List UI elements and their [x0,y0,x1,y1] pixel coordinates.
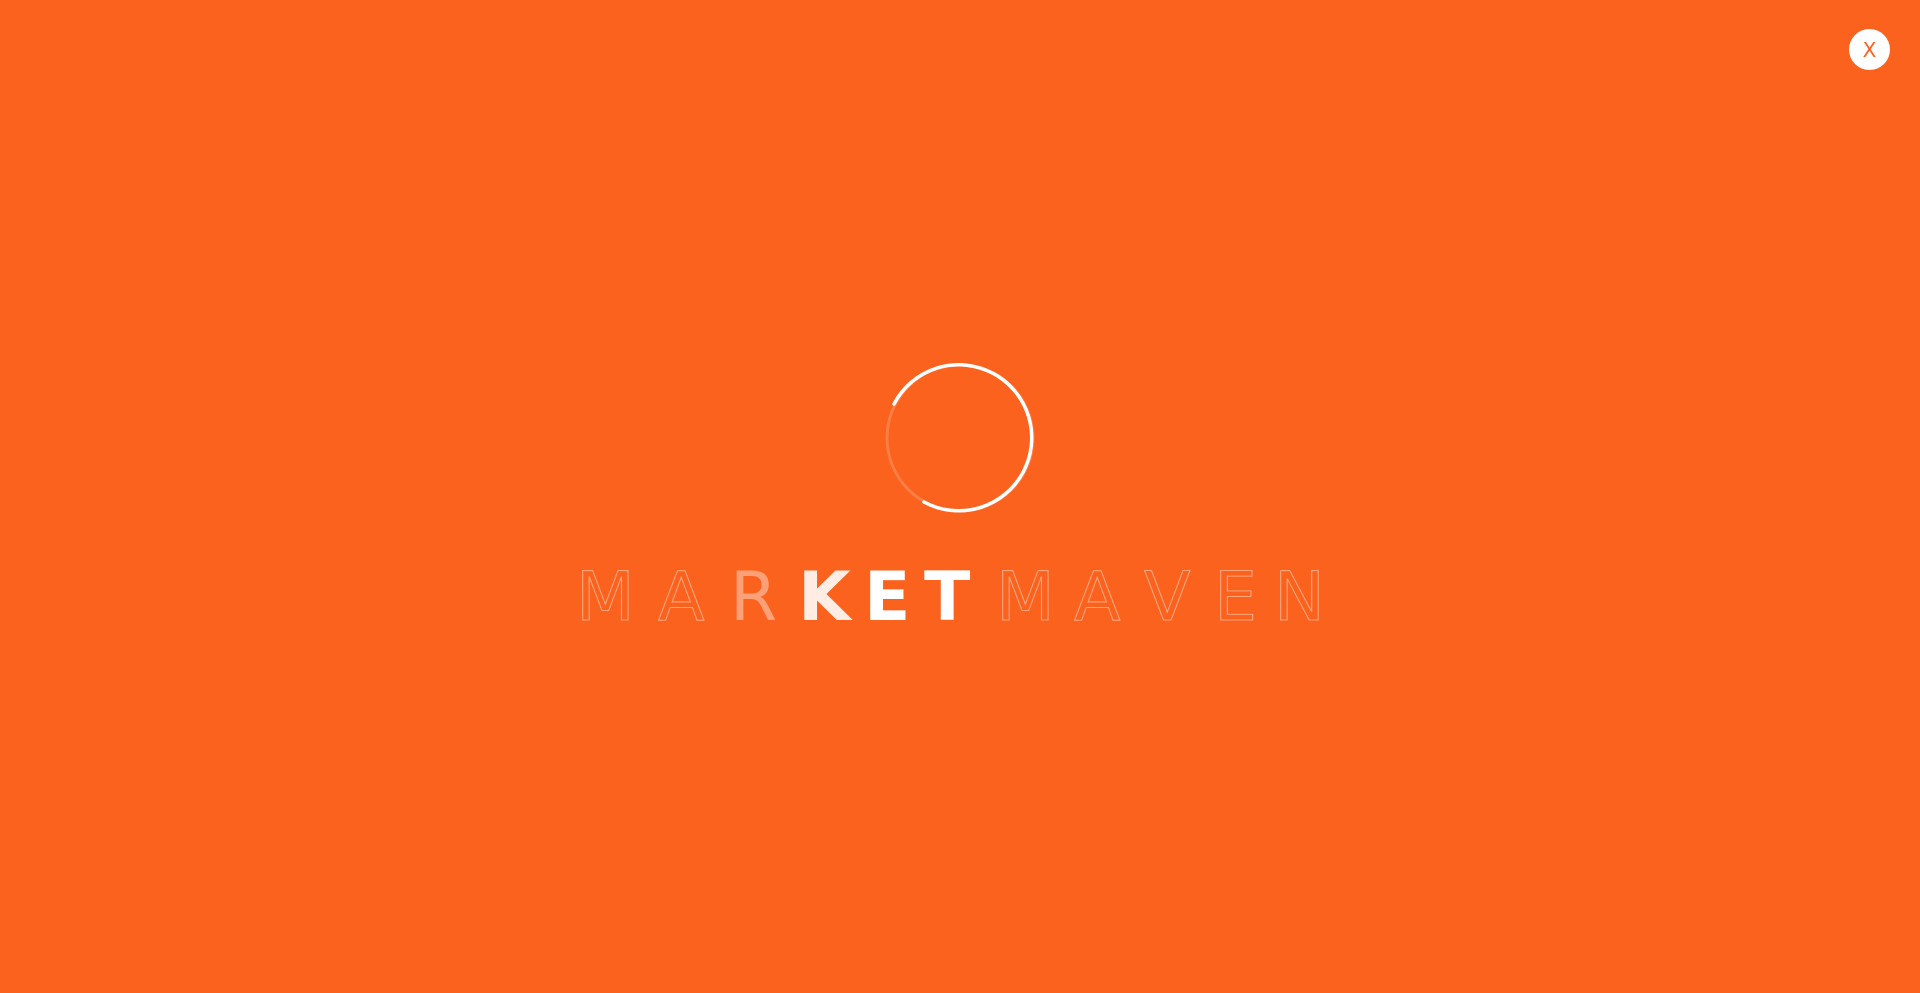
wordmark-letter: N [1274,558,1325,626]
wordmark-letter: A [1074,558,1121,626]
wordmark-letter: K [798,558,853,626]
wordmark-letter: M [996,558,1055,626]
wordmark-letter: T [924,558,971,626]
wordmark-letter: R [730,558,777,626]
wordmark-letter: V [1144,558,1191,626]
wordmark-letter: E [864,558,910,626]
wordmark-letter: A [658,558,705,626]
loading-overlay: X M A R K E T M A V E N [0,0,1920,993]
close-button[interactable]: X [1849,29,1890,70]
brand-wordmark: M A R K E T M A V E N [575,557,1325,626]
wordmark-letter: M [576,558,635,626]
spinner-icon [885,363,1035,513]
wordmark-letter: E [1214,558,1257,626]
close-icon: X [1862,37,1877,62]
